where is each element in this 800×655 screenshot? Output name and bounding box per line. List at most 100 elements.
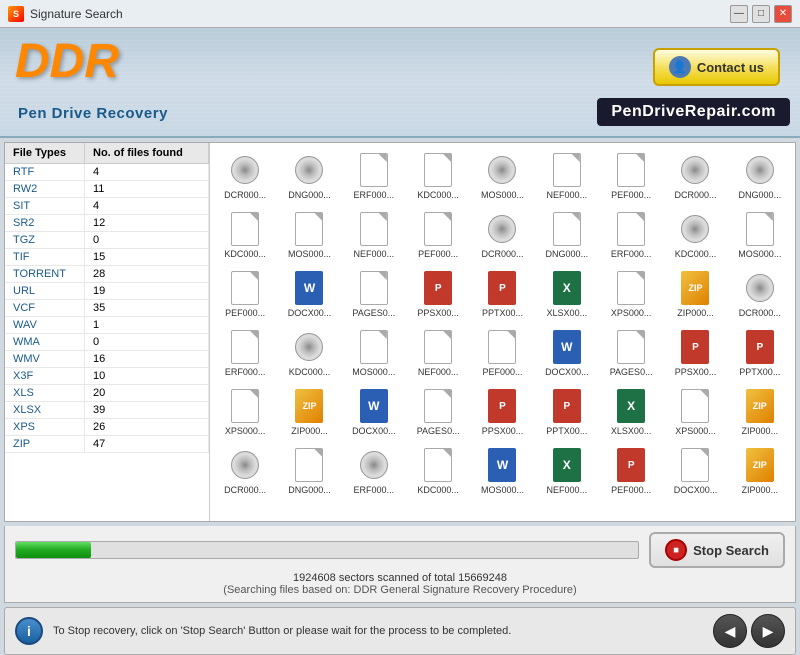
table-row[interactable]: ERF000... [343, 442, 405, 499]
maximize-button[interactable]: □ [752, 5, 770, 23]
list-item[interactable]: SIT 4 [5, 198, 209, 215]
forward-button[interactable]: ▶ [751, 614, 785, 648]
file-name: PPTX00... [546, 426, 587, 436]
table-row[interactable]: ZIP ZIP000... [278, 383, 340, 440]
file-icon: W [551, 328, 583, 366]
header: DDR Pen Drive Recovery 👤 Contact us PenD… [0, 28, 800, 138]
table-row[interactable]: P PEF000... [600, 442, 662, 499]
list-item[interactable]: WMV 16 [5, 351, 209, 368]
table-row[interactable]: X XLSX00... [536, 265, 598, 322]
table-row[interactable]: DCR000... [664, 147, 726, 204]
table-row[interactable]: MOS000... [278, 206, 340, 263]
table-row[interactable]: ZIP ZIP000... [729, 442, 791, 499]
file-name: PPSX00... [417, 308, 459, 318]
table-row[interactable]: W DOCX00... [536, 324, 598, 381]
list-item[interactable]: XLS 20 [5, 385, 209, 402]
table-row[interactable]: PEF000... [214, 265, 276, 322]
list-item[interactable]: XPS 26 [5, 419, 209, 436]
table-row[interactable]: ERF000... [214, 324, 276, 381]
table-row[interactable]: DCR000... [214, 442, 276, 499]
table-row[interactable]: PAGES0... [343, 265, 405, 322]
table-row[interactable]: X NEF000... [536, 442, 598, 499]
file-name: PAGES0... [417, 426, 460, 436]
table-row[interactable]: P PPSX00... [664, 324, 726, 381]
table-row[interactable]: NEF000... [407, 324, 469, 381]
table-row[interactable]: DCR000... [471, 206, 533, 263]
file-icon: X [615, 387, 647, 425]
back-button[interactable]: ◀ [713, 614, 747, 648]
table-row[interactable]: P PPTX00... [471, 265, 533, 322]
table-row[interactable]: DCR000... [729, 265, 791, 322]
list-item[interactable]: X3F 10 [5, 368, 209, 385]
close-button[interactable]: ✕ [774, 5, 792, 23]
table-row[interactable]: ZIP ZIP000... [729, 383, 791, 440]
table-row[interactable]: KDC000... [664, 206, 726, 263]
table-row[interactable]: P PPTX00... [729, 324, 791, 381]
list-item[interactable]: RW2 11 [5, 181, 209, 198]
file-name: ERF000... [354, 485, 395, 495]
table-row[interactable]: W DOCX00... [343, 383, 405, 440]
table-row[interactable]: MOS000... [729, 206, 791, 263]
minimize-button[interactable]: — [730, 5, 748, 23]
table-row[interactable]: XPS000... [214, 383, 276, 440]
table-row[interactable]: NEF000... [536, 147, 598, 204]
file-icon: W [486, 446, 518, 484]
file-icon [293, 151, 325, 189]
file-icon [358, 151, 390, 189]
list-item[interactable]: ZIP 47 [5, 436, 209, 453]
table-row[interactable]: X XLSX00... [600, 383, 662, 440]
file-count-cell: 0 [85, 334, 209, 350]
table-row[interactable]: KDC000... [407, 442, 469, 499]
table-row[interactable]: DOCX00... [664, 442, 726, 499]
contact-button[interactable]: 👤 Contact us [653, 48, 780, 86]
search-info: (Searching files based on: DDR General S… [15, 584, 785, 596]
file-name: PAGES0... [610, 367, 653, 377]
list-item[interactable]: TIF 15 [5, 249, 209, 266]
right-panel[interactable]: DCR000... DNG000... ERF000... KDC000... … [210, 143, 795, 521]
file-icon [744, 269, 776, 307]
file-count-cell: 19 [85, 283, 209, 299]
table-row[interactable]: DNG000... [536, 206, 598, 263]
table-row[interactable]: MOS000... [471, 147, 533, 204]
list-item[interactable]: TORRENT 28 [5, 266, 209, 283]
table-row[interactable]: DNG000... [729, 147, 791, 204]
list-item[interactable]: VCF 35 [5, 300, 209, 317]
table-row[interactable]: PAGES0... [407, 383, 469, 440]
table-row[interactable]: ERF000... [600, 206, 662, 263]
table-row[interactable]: ZIP ZIP000... [664, 265, 726, 322]
table-row[interactable]: MOS000... [343, 324, 405, 381]
stop-search-button[interactable]: Stop Search [649, 532, 785, 568]
table-row[interactable]: NEF000... [343, 206, 405, 263]
file-icon [229, 269, 261, 307]
table-row[interactable]: P PPSX00... [407, 265, 469, 322]
list-item[interactable]: TGZ 0 [5, 232, 209, 249]
list-item[interactable]: WAV 1 [5, 317, 209, 334]
table-row[interactable]: KDC000... [278, 324, 340, 381]
file-icon [551, 210, 583, 248]
list-item[interactable]: WMA 0 [5, 334, 209, 351]
table-row[interactable]: PAGES0... [600, 324, 662, 381]
table-row[interactable]: KDC000... [214, 206, 276, 263]
table-row[interactable]: W DOCX00... [278, 265, 340, 322]
file-icon: X [551, 269, 583, 307]
table-row[interactable]: P PPTX00... [536, 383, 598, 440]
table-row[interactable]: PEF000... [407, 206, 469, 263]
file-grid: DCR000... DNG000... ERF000... KDC000... … [214, 147, 791, 499]
table-row[interactable]: DNG000... [278, 442, 340, 499]
table-row[interactable]: PEF000... [471, 324, 533, 381]
table-row[interactable]: ERF000... [343, 147, 405, 204]
table-row[interactable]: PEF000... [600, 147, 662, 204]
list-item[interactable]: RTF 4 [5, 164, 209, 181]
table-row[interactable]: DNG000... [278, 147, 340, 204]
file-icon: P [679, 328, 711, 366]
list-item[interactable]: SR2 12 [5, 215, 209, 232]
table-row[interactable]: KDC000... [407, 147, 469, 204]
table-row[interactable]: P PPSX00... [471, 383, 533, 440]
table-row[interactable]: DCR000... [214, 147, 276, 204]
list-item[interactable]: URL 19 [5, 283, 209, 300]
table-row[interactable]: W MOS000... [471, 442, 533, 499]
list-item[interactable]: XLSX 39 [5, 402, 209, 419]
file-type-list[interactable]: RTF 4 RW2 11 SIT 4 SR2 12 TGZ 0 TIF 15 T… [5, 164, 209, 521]
table-row[interactable]: XPS000... [600, 265, 662, 322]
table-row[interactable]: XPS000... [664, 383, 726, 440]
